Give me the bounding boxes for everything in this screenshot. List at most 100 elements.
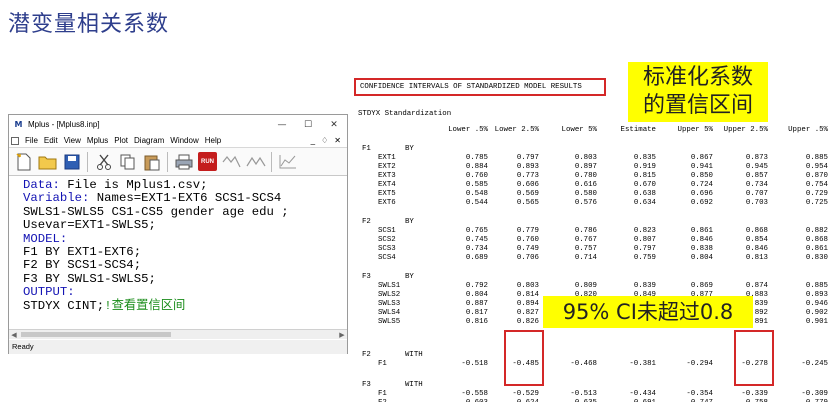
table-cell: 0.868 xyxy=(805,236,828,244)
block-header: F1 BY xyxy=(354,145,832,154)
menu-diagram[interactable]: Diagram xyxy=(134,136,164,145)
row-variable: F1 xyxy=(378,390,387,398)
table-cell: 0.839 xyxy=(633,282,656,290)
block-relation: BY xyxy=(405,218,414,226)
table-cell: 0.734 xyxy=(745,181,768,189)
diagram-icon[interactable] xyxy=(221,151,242,172)
table-cell: 0.830 xyxy=(805,254,828,262)
table-cell: -0.518 xyxy=(461,360,488,368)
table-row: EXT6 0.544 0.565 0.576 0.634 0.692 0.703 0.725 xyxy=(354,199,832,208)
scroll-right-icon[interactable]: ▶ xyxy=(337,330,347,340)
table-row: EXT1 0.785 0.797 0.803 0.835 0.867 0.873 0.885 xyxy=(354,154,832,163)
editor-text: Usevar=EXT1-SWLS5; xyxy=(23,218,156,233)
table-cell: 0.868 xyxy=(745,227,768,235)
plot-icon[interactable] xyxy=(277,151,298,172)
mdi-restore-button[interactable]: ♢ xyxy=(321,136,328,145)
editor-text: F1 BY EXT1-EXT6; xyxy=(23,245,142,260)
editor-line: F3 BY SWLS1-SWLS5; xyxy=(23,272,344,286)
block-factor: F3 xyxy=(362,381,371,389)
window-titlebar[interactable]: M Mplus - [Mplus8.inp] — ☐ ✕ xyxy=(9,115,347,134)
table-cell: 0.757 xyxy=(574,245,597,253)
table-cell: 0.941 xyxy=(690,163,713,171)
editor-line: Data: File is Mplus1.csv; xyxy=(23,178,344,192)
table-cell: 0.785 xyxy=(465,154,488,162)
run-button[interactable]: RUN xyxy=(197,151,218,172)
table-cell: 0.897 xyxy=(574,163,597,171)
minimize-button[interactable]: — xyxy=(269,120,295,130)
row-variable: SWLS3 xyxy=(378,300,401,308)
table-cell: 0.902 xyxy=(805,309,828,317)
row-variable: SWLS1 xyxy=(378,282,401,290)
menu-window[interactable]: Window xyxy=(170,136,198,145)
table-cell: 0.779 xyxy=(516,227,539,235)
menu-mplus[interactable]: Mplus xyxy=(87,136,108,145)
table-cell: 0.786 xyxy=(574,227,597,235)
maximize-button[interactable]: ☐ xyxy=(295,120,321,130)
table-cell: 0.734 xyxy=(465,245,488,253)
cut-icon[interactable] xyxy=(93,151,114,172)
block-relation: BY xyxy=(405,145,414,153)
copy-icon[interactable] xyxy=(117,151,138,172)
table-cell: 0.606 xyxy=(516,181,539,189)
callout-std-ci-text: 标准化系数 的置信区间 xyxy=(628,64,768,120)
mdi-close-button[interactable]: ✕ xyxy=(334,136,341,145)
menu-plot[interactable]: Plot xyxy=(114,136,128,145)
table-cell: 839 xyxy=(754,300,768,308)
table-cell: 0.754 xyxy=(805,181,828,189)
new-file-icon[interactable] xyxy=(13,151,34,172)
table-cell: 0.544 xyxy=(465,199,488,207)
scroll-left-icon[interactable]: ◀ xyxy=(9,330,19,340)
paste-icon[interactable] xyxy=(141,151,162,172)
column-header: Lower .5% xyxy=(448,126,488,134)
mplus-window: M Mplus - [Mplus8.inp] — ☐ ✕ File Edit V… xyxy=(8,114,348,354)
table-cell: 0.807 xyxy=(633,236,656,244)
print-icon[interactable] xyxy=(173,151,194,172)
table-cell: 0.670 xyxy=(633,181,656,189)
row-variable: SCS3 xyxy=(378,245,396,253)
table-row: SCS1 0.765 0.779 0.786 0.823 0.861 0.868 0.882 xyxy=(354,227,832,236)
table-cell: 0.638 xyxy=(633,190,656,198)
mdi-minimize-button[interactable]: _ xyxy=(311,136,315,145)
table-cell: 0.804 xyxy=(690,254,713,262)
horizontal-scrollbar[interactable]: ◀ ▶ xyxy=(9,329,347,339)
table-cell: -0.245 xyxy=(801,360,828,368)
block-relation: WITH xyxy=(405,351,423,359)
input-editor[interactable]: Data: File is Mplus1.csv; Variable: Names… xyxy=(9,177,347,339)
diagram-alt-icon[interactable] xyxy=(245,151,266,172)
table-cell: -0.558 xyxy=(461,390,488,398)
block-header: F2 BY xyxy=(354,218,832,227)
menu-help[interactable]: Help xyxy=(205,136,221,145)
table-cell: 0.869 xyxy=(690,282,713,290)
table-cell: 0.616 xyxy=(574,181,597,189)
table-header: Lower .5% Lower 2.5% Lower 5% Estimate Upper… xyxy=(354,126,832,135)
table-cell: 0.569 xyxy=(516,190,539,198)
scrollbar-thumb[interactable] xyxy=(21,332,171,337)
editor-line: Usevar=EXT1-SWLS5; xyxy=(23,219,344,232)
menu-edit[interactable]: Edit xyxy=(44,136,58,145)
row-variable: EXT1 xyxy=(378,154,396,162)
menu-file[interactable]: File xyxy=(25,136,38,145)
editor-text: Names=EXT1-EXT6 SCS1-SCS4 xyxy=(89,191,282,206)
highlight-box-lower xyxy=(504,330,544,386)
table-cell: 0.797 xyxy=(516,154,539,162)
close-button[interactable]: ✕ xyxy=(321,120,347,130)
menu-view[interactable]: View xyxy=(64,136,81,145)
table-cell: -0.309 xyxy=(801,390,828,398)
table-cell: 0.760 xyxy=(516,236,539,244)
table-cell: 0.765 xyxy=(465,227,488,235)
open-folder-icon[interactable] xyxy=(37,151,58,172)
block-relation: WITH xyxy=(405,381,423,389)
toolbar-separator xyxy=(87,151,88,172)
table-cell: 0.823 xyxy=(633,227,656,235)
editor-keyword: OUTPUT: xyxy=(23,285,75,300)
table-cell: 0.846 xyxy=(745,245,768,253)
column-header: Upper .5% xyxy=(788,126,828,134)
save-icon[interactable] xyxy=(61,151,82,172)
table-cell: 0.894 xyxy=(516,300,539,308)
table-cell: 892 xyxy=(754,309,768,317)
table-cell: -0.513 xyxy=(570,390,597,398)
table-row: EXT4 0.585 0.606 0.616 0.670 0.724 0.734 0.754 xyxy=(354,181,832,190)
table-cell: 0.576 xyxy=(574,199,597,207)
table-cell: 0.835 xyxy=(633,154,656,162)
editor-line: F2 BY SCS1-SCS4; xyxy=(23,259,344,272)
